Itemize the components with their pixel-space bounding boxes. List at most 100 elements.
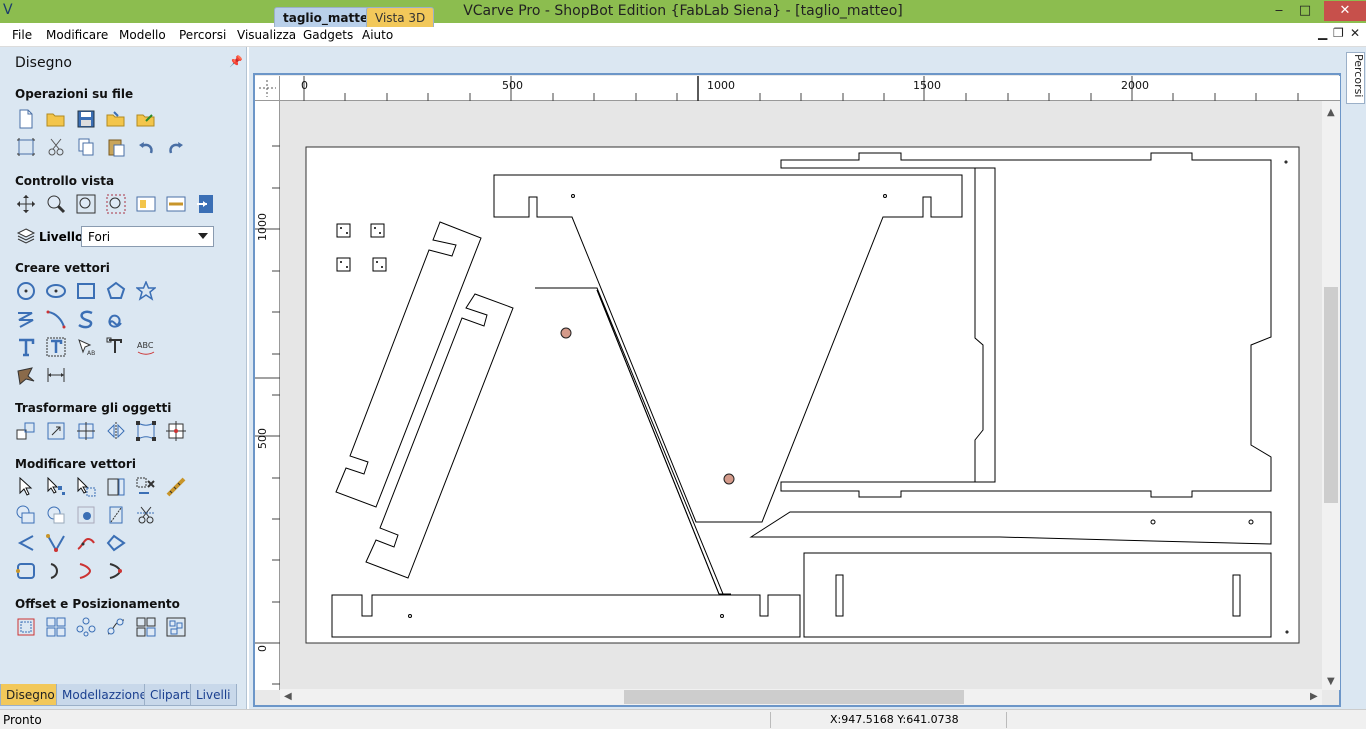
- save-icon[interactable]: [74, 107, 98, 131]
- text-bend-icon[interactable]: [104, 335, 128, 359]
- undo-icon[interactable]: [134, 135, 158, 159]
- tab-livelli[interactable]: Livelli: [190, 684, 237, 706]
- job-setup-icon[interactable]: [14, 135, 38, 159]
- ruler-label-v1000: 1000: [256, 213, 269, 241]
- smooth-icon[interactable]: [104, 531, 128, 555]
- copy-icon[interactable]: [74, 135, 98, 159]
- export-icon[interactable]: [134, 107, 158, 131]
- view-2d-icon[interactable]: [134, 192, 158, 216]
- set-origin-icon[interactable]: [164, 419, 188, 443]
- vertical-scroll-thumb[interactable]: [1324, 287, 1338, 503]
- drawing-canvas[interactable]: [280, 101, 1322, 689]
- pin-icon[interactable]: 📌: [229, 55, 243, 68]
- redo-icon[interactable]: [164, 135, 188, 159]
- offset-icon[interactable]: [14, 615, 38, 639]
- ellipse-icon[interactable]: [44, 279, 68, 303]
- import-icon[interactable]: [104, 107, 128, 131]
- panel-title: Disegno: [15, 55, 72, 71]
- scroll-down-icon[interactable]: ▼: [1327, 676, 1335, 687]
- hole-marker-1: [560, 327, 572, 339]
- copy-along-vector-icon[interactable]: [104, 615, 128, 639]
- material-sheet: [305, 146, 1300, 644]
- polyline-icon[interactable]: [14, 307, 38, 331]
- tab-modellazzione[interactable]: Modellazzione: [56, 684, 153, 706]
- horizontal-scroll-thumb[interactable]: [624, 690, 964, 704]
- align-icon[interactable]: [74, 419, 98, 443]
- menu-modello[interactable]: Modello: [119, 28, 166, 42]
- minimize-button[interactable]: ‒: [1266, 1, 1292, 21]
- scroll-right-icon[interactable]: ▶: [1310, 691, 1318, 702]
- close-button[interactable]: ✕: [1324, 1, 1366, 21]
- window-title: VCarve Pro - ShopBot Edition {FabLab Sie…: [463, 3, 903, 19]
- intersect-icon[interactable]: [74, 503, 98, 527]
- extend-icon[interactable]: [44, 559, 68, 583]
- cut-icon[interactable]: [44, 135, 68, 159]
- rectangle-icon[interactable]: [74, 279, 98, 303]
- move-icon[interactable]: [14, 419, 38, 443]
- menu-file[interactable]: File: [12, 28, 32, 42]
- tab-clipart[interactable]: Clipart: [144, 684, 196, 706]
- bitmap-trace-icon[interactable]: [14, 363, 38, 387]
- spiral-icon[interactable]: [104, 307, 128, 331]
- node-to-curve-icon[interactable]: [14, 559, 38, 583]
- toggle-view-icon[interactable]: [194, 192, 218, 216]
- pan-icon[interactable]: [14, 192, 38, 216]
- auto-layout-icon[interactable]: [164, 615, 188, 639]
- tab-disegno[interactable]: Disegno: [0, 684, 61, 706]
- tab-3d-view[interactable]: Vista 3D: [366, 7, 435, 27]
- star-icon[interactable]: [134, 279, 158, 303]
- weld-icon[interactable]: [14, 503, 38, 527]
- zoom-box-icon[interactable]: [44, 192, 68, 216]
- dimension-icon[interactable]: [44, 363, 68, 387]
- transform-select-icon[interactable]: [74, 475, 98, 499]
- curve-icon[interactable]: [44, 307, 68, 331]
- selection-tools-icon[interactable]: [104, 475, 128, 499]
- section-offset: Offset e Posizionamento: [15, 597, 180, 611]
- fillet-icon[interactable]: [104, 503, 128, 527]
- text-icon[interactable]: [14, 335, 38, 359]
- curve-fit-icon[interactable]: [74, 531, 98, 555]
- paste-icon[interactable]: [104, 135, 128, 159]
- subtract-icon[interactable]: [44, 503, 68, 527]
- ruler-corner[interactable]: [255, 76, 280, 101]
- view-3d-icon[interactable]: [164, 192, 188, 216]
- trim-icon[interactable]: [134, 503, 158, 527]
- mirror-icon[interactable]: [104, 419, 128, 443]
- node-edit-icon[interactable]: [44, 475, 68, 499]
- mdi-close-button[interactable]: ✕: [1350, 26, 1360, 40]
- layer-select[interactable]: Fori: [81, 226, 214, 247]
- menu-percorsi[interactable]: Percorsi: [179, 28, 226, 42]
- circle-icon[interactable]: [14, 279, 38, 303]
- menu-gadgets[interactable]: Gadgets: [303, 28, 353, 42]
- close-vector-icon[interactable]: [14, 531, 38, 555]
- new-file-icon[interactable]: [14, 107, 38, 131]
- auto-text-icon[interactable]: [44, 335, 68, 359]
- polygon-icon[interactable]: [104, 279, 128, 303]
- mdi-restore-button[interactable]: ❐: [1333, 26, 1344, 40]
- arc-text-icon[interactable]: ABC: [134, 335, 158, 359]
- text-on-curve-icon[interactable]: AB: [74, 335, 98, 359]
- scroll-up-icon[interactable]: ▲: [1327, 107, 1335, 118]
- insert-point-icon[interactable]: [104, 559, 128, 583]
- circular-array-icon[interactable]: [74, 615, 98, 639]
- nesting-icon[interactable]: [134, 615, 158, 639]
- menu-modificare[interactable]: Modificare: [46, 28, 108, 42]
- break-icon[interactable]: [74, 559, 98, 583]
- delete-icon[interactable]: [134, 475, 158, 499]
- open-file-icon[interactable]: [44, 107, 68, 131]
- measure-icon[interactable]: [164, 475, 188, 499]
- join-vectors-icon[interactable]: [44, 531, 68, 555]
- s-curve-icon[interactable]: [74, 307, 98, 331]
- menu-visualizza[interactable]: Visualizza: [237, 28, 296, 42]
- scroll-left-icon[interactable]: ◀: [284, 691, 292, 702]
- mdi-minimize-button[interactable]: ▁: [1318, 26, 1327, 40]
- zoom-selection-icon[interactable]: [104, 192, 128, 216]
- array-copy-icon[interactable]: [44, 615, 68, 639]
- maximize-button[interactable]: □: [1292, 1, 1318, 21]
- select-icon[interactable]: [14, 475, 38, 499]
- menu-aiuto[interactable]: Aiuto: [362, 28, 393, 42]
- svg-text:ABC: ABC: [137, 341, 154, 350]
- zoom-material-icon[interactable]: [74, 192, 98, 216]
- distort-icon[interactable]: [134, 419, 158, 443]
- scale-icon[interactable]: [44, 419, 68, 443]
